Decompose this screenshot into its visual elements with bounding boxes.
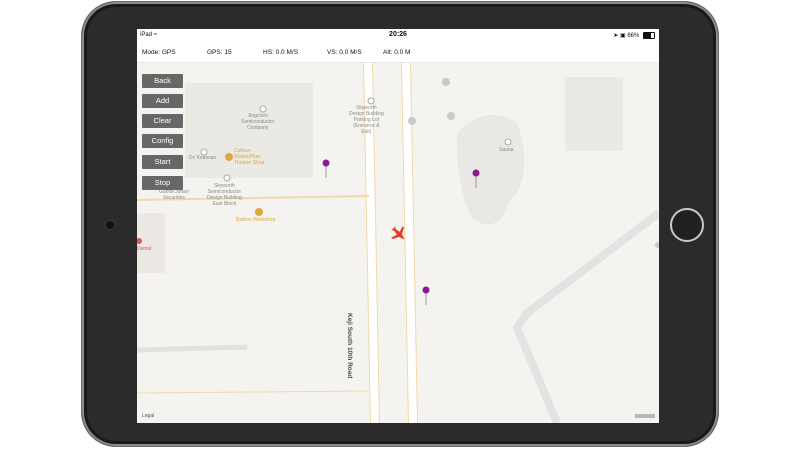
workshop-icon[interactable] (255, 208, 263, 216)
gps-readout: GPS: 15 (207, 49, 232, 56)
parking-icon[interactable] (408, 117, 416, 125)
parking-icon[interactable] (447, 112, 455, 120)
poi-label-dc-kebosan: Dc Kebosan (189, 155, 217, 161)
start-button[interactable]: Start (142, 155, 183, 169)
poi-label-sauna: Sauna (499, 147, 514, 153)
map-attribution-icon (635, 414, 655, 418)
location-icon: ➤ (613, 33, 619, 40)
poi-label-dental: Dental (137, 246, 152, 252)
ipad-frame: iPad ≈ 20:26 ➤ ▣ 66% Mode: GPS GPS: 15 H… (82, 2, 718, 446)
poi-icon[interactable] (504, 138, 512, 146)
parking-icon[interactable] (442, 78, 450, 86)
clear-button[interactable]: Clear (142, 114, 183, 128)
hs-readout: HS: 0.0 M/S (263, 49, 299, 56)
poi-label-skyworth-parking: Skyworth Design Building Parking Lot (En… (349, 105, 384, 135)
status-bar: iPad ≈ 20:26 ➤ ▣ 66% (137, 29, 659, 42)
screen-icon: ▣ (619, 33, 626, 40)
map-canvas[interactable] (137, 63, 659, 423)
telemetry-bar: Mode: GPS GPS: 15 HS: 0.0 M/S VS: 0.0 M/… (137, 42, 659, 63)
legal-link[interactable]: Legal (142, 413, 154, 419)
poi-icon[interactable] (655, 242, 659, 248)
poi-icon[interactable] (259, 105, 267, 113)
poi-label-guotai: Guotai Junan Securities (159, 189, 189, 201)
building-block (565, 77, 623, 151)
status-time: 20:26 (389, 31, 407, 38)
home-button[interactable] (670, 208, 704, 242)
add-button[interactable]: Add (142, 94, 183, 108)
poi-label-skyworth-east: Skyworth Semiconductor Design Building E… (207, 183, 242, 207)
front-camera (106, 221, 114, 229)
road-label: Keji South 10th Road (346, 313, 353, 379)
alt-readout: Alt: 0.0 M (383, 49, 411, 56)
shop-icon[interactable] (225, 153, 233, 161)
poi-label-bathos: Bathos Workshop (236, 217, 276, 223)
status-right: ➤ ▣ 66% (613, 32, 655, 39)
stop-button[interactable]: Stop (142, 176, 183, 190)
curved-road (512, 209, 659, 423)
building-block (456, 115, 525, 225)
map-view[interactable]: Jingchen Semiconductor Company Skyworth … (137, 63, 659, 423)
battery-percent: 66% (627, 33, 640, 40)
config-button[interactable]: Config (142, 134, 183, 148)
screen: iPad ≈ 20:26 ➤ ▣ 66% Mode: GPS GPS: 15 H… (137, 29, 659, 423)
waypoint-pin[interactable] (422, 286, 430, 306)
battery-icon (643, 32, 655, 39)
waypoint-pin[interactable] (322, 159, 330, 179)
poi-icon[interactable] (223, 174, 231, 182)
poi-label-jingchen: Jingchen Semiconductor Company (241, 113, 275, 131)
vs-readout: VS: 0.0 M/S (327, 49, 362, 56)
poi-icon[interactable] (367, 97, 375, 105)
side-road (137, 344, 248, 353)
poi-label-callsun: Callsun StationPlum Theater Shop (234, 148, 265, 166)
mode-readout: Mode: GPS (142, 49, 176, 56)
road-edge (137, 390, 370, 394)
back-button[interactable]: Back (142, 74, 183, 88)
